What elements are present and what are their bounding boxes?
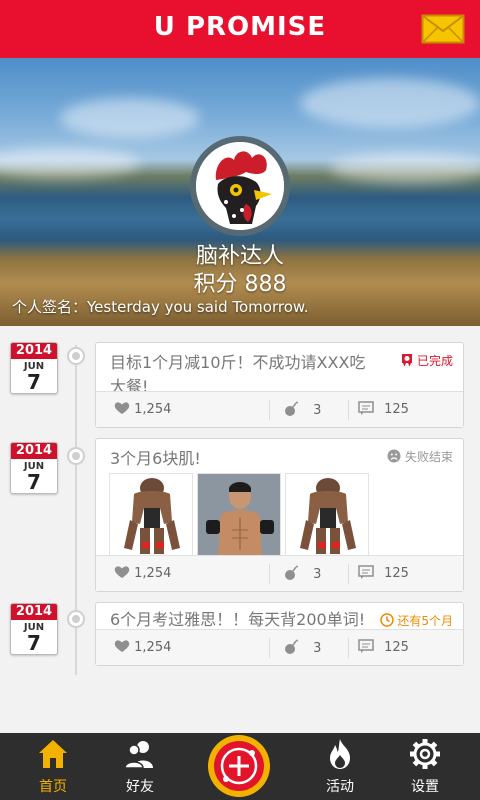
heart-icon [114, 402, 130, 414]
post-image-thumbnail[interactable] [285, 473, 369, 557]
bomb-count: 3 [313, 403, 322, 418]
nav-friends[interactable]: 好友 [105, 733, 175, 800]
comment-icon [358, 565, 374, 579]
status-text: 还有5个月 [397, 614, 453, 628]
promise-card[interactable]: 6个月考过雅思！！每天背200单词! 还有5个月 1,254 3 125 [95, 602, 464, 666]
flame-icon [325, 738, 355, 770]
promise-card[interactable]: 目标1个月减10斤！不成功请XXX吃 大餐! 已完成 1,254 3 125 [95, 342, 464, 428]
add-icon [214, 741, 264, 791]
avatar[interactable] [190, 136, 290, 236]
post-footer: 1,254 3 125 [96, 555, 463, 591]
comment-icon [358, 401, 374, 415]
like-count: 1,254 [134, 566, 172, 581]
nav-activity[interactable]: 活动 [305, 733, 375, 800]
timeline-dot [67, 447, 85, 465]
top-bar: U PROMISE [0, 0, 480, 58]
heart-icon [114, 640, 130, 652]
date-year: 2014 [11, 604, 57, 620]
clock-icon [379, 613, 394, 627]
bomb-count: 3 [313, 641, 322, 656]
date-day: 7 [27, 470, 41, 494]
friends-icon [124, 738, 155, 770]
like-count: 1,254 [134, 402, 172, 417]
home-icon [38, 738, 68, 770]
comment-count: 125 [384, 566, 409, 581]
nav-home[interactable]: 首页 [18, 733, 88, 800]
bomb-icon [285, 401, 298, 416]
comment-button[interactable]: 125 [358, 401, 409, 417]
divider [348, 638, 349, 658]
date-day: 7 [27, 631, 41, 655]
app-title: U PROMISE [153, 12, 327, 42]
like-count: 1,254 [134, 640, 172, 655]
bomb-icon [285, 639, 298, 654]
like-button[interactable]: 1,254 [114, 565, 171, 581]
heart-icon [114, 566, 130, 578]
status-text: 已完成 [416, 354, 453, 368]
date-calendar-icon: 2014 JUN 7 [10, 603, 58, 655]
add-promise-button[interactable] [208, 735, 270, 797]
promise-text-line: 目标1个月减10斤！不成功请XXX吃 [110, 353, 366, 372]
user-signature: 个人签名：Yesterday you said Tomorrow. [12, 298, 309, 316]
post-image-thumbnail[interactable] [197, 473, 281, 557]
post-footer: 1,254 3 125 [96, 391, 463, 427]
promise-text: 3个月6块肌! [110, 447, 201, 471]
status-text: 失败结束 [404, 450, 453, 464]
user-score: 积分 888 [193, 272, 287, 297]
comment-button[interactable]: 125 [358, 639, 409, 655]
divider [269, 564, 270, 584]
post-image-thumbnail[interactable] [109, 473, 193, 557]
bomb-button[interactable]: 3 [283, 639, 321, 656]
profile-banner: 脑补达人 积分 888 个人签名：Yesterday you said Tomo… [0, 58, 480, 326]
date-year: 2014 [11, 443, 57, 459]
date-calendar-icon: 2014 JUN 7 [10, 442, 58, 494]
mail-icon[interactable] [421, 14, 465, 44]
divider [269, 638, 270, 658]
nav-settings-label: 设置 [411, 779, 439, 795]
post-footer: 1,254 3 125 [96, 629, 463, 665]
timeline-dot [67, 347, 85, 365]
promise-text-line: 3个月6块肌! [110, 449, 201, 468]
comment-count: 125 [384, 402, 409, 417]
bomb-button[interactable]: 3 [283, 401, 321, 418]
bomb-button[interactable]: 3 [283, 565, 321, 582]
divider [348, 564, 349, 584]
like-button[interactable]: 1,254 [114, 639, 171, 655]
status-badge: 已完成 [401, 352, 453, 369]
divider [348, 400, 349, 420]
comment-button[interactable]: 125 [358, 565, 409, 581]
like-button[interactable]: 1,254 [114, 401, 171, 417]
bomb-count: 3 [313, 567, 322, 582]
medal-icon [402, 354, 413, 367]
nav-friends-label: 好友 [126, 779, 154, 795]
promise-card[interactable]: 3个月6块肌! 失败结束 1,254 3 125 [95, 438, 464, 592]
status-badge: 还有5个月 [379, 612, 453, 629]
sad-face-icon [387, 449, 401, 463]
timeline-dot [67, 610, 85, 628]
status-badge: 失败结束 [387, 448, 453, 465]
nav-home-label: 首页 [39, 779, 67, 795]
comment-count: 125 [384, 640, 409, 655]
divider [269, 400, 270, 420]
date-year: 2014 [11, 343, 57, 359]
date-day: 7 [27, 370, 41, 394]
nav-settings[interactable]: 设置 [390, 733, 460, 800]
gear-icon [410, 738, 440, 770]
date-calendar-icon: 2014 JUN 7 [10, 342, 58, 394]
bomb-icon [285, 565, 298, 580]
nav-activity-label: 活动 [326, 779, 354, 795]
comment-icon [358, 639, 374, 653]
